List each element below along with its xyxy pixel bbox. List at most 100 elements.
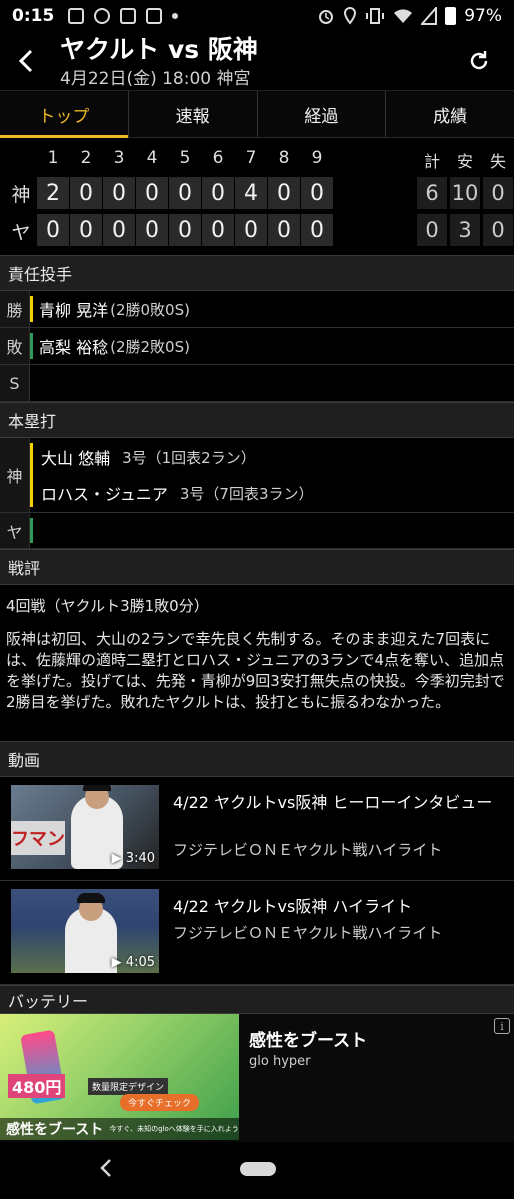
ad-check-button[interactable]: 今すぐチェック (120, 1094, 200, 1111)
score-cell: 4 (235, 177, 267, 209)
total-errors: 0 (483, 214, 513, 246)
ad-info-icon[interactable]: i (494, 1018, 510, 1034)
section-header-battery: バッテリー (0, 985, 514, 1014)
chevron-left-icon (18, 49, 33, 73)
game-summary: 阪神は初回、大山の2ランで幸先良く先制する。そのまま迎えた7回表には、佐藤輝の適… (6, 630, 505, 711)
loss-label: 敗 (0, 328, 30, 364)
total-errors: 0 (483, 177, 513, 209)
nav-home-pill[interactable] (240, 1162, 276, 1176)
video-item[interactable]: ▶ 4:05 4/22 ヤクルトvs阪神 ハイライト フジテレビＯＮＥヤクルト戦… (0, 881, 514, 985)
inning-header: 8 (278, 148, 290, 168)
video-thumbnail[interactable]: ▶ 4:05 (11, 889, 159, 973)
loss-pitcher-row[interactable]: 敗 高梨 裕稔 (2勝2敗0S) (0, 328, 514, 365)
tab-bar: トップ 速報 経過 成績 (0, 90, 514, 138)
section-header-home-runs: 本塁打 (0, 402, 514, 438)
video-source: フジテレビＯＮＥヤクルト戦ハイライト (173, 924, 443, 942)
loss-pitcher-name: 高梨 裕稔 (39, 338, 109, 357)
team-label-hanshin: 神 (0, 438, 30, 512)
inning-header: 5 (179, 148, 191, 168)
score-cell: 0 (136, 177, 168, 209)
win-pitcher-record: (2勝0敗0S) (110, 300, 190, 319)
series-record: 4回戦（ヤクルト3勝1敗0分） (6, 597, 209, 615)
tab-stats[interactable]: 成績 (386, 91, 514, 137)
video-thumbnail[interactable]: フマン ▶ 3:40 (11, 785, 159, 869)
score-cell: 0 (301, 177, 333, 209)
ad-image[interactable]: 480円 数量限定デザイン 今すぐチェック 感性をブースト 今すぐ、未知のglo… (0, 1014, 239, 1140)
video-title: 4/22 ヤクルトvs阪神 ハイライト (173, 897, 413, 916)
tab-progress[interactable]: 経過 (258, 91, 387, 137)
total-hits: 10 (450, 177, 480, 209)
video-duration: ▶ 3:40 (111, 851, 155, 866)
score-cell: 0 (301, 214, 333, 246)
signal-icon (421, 7, 438, 25)
home-run-row-hanshin: 神 大山 悠輔 3号（1回表2ラン） ロハス・ジュニア 3号（7回表3ラン） (0, 438, 514, 513)
alarm-icon (319, 10, 334, 24)
ad-title: 感性をブースト (249, 1031, 368, 1051)
home-run-detail: 3号（7回表3ラン） (179, 484, 314, 503)
status-bar: 0:15 97% (0, 0, 514, 32)
page-title: ヤクルト vs 阪神 (60, 35, 258, 64)
nav-back-icon[interactable] (96, 1156, 116, 1180)
score-cell: 0 (202, 214, 234, 246)
score-cell: 0 (37, 214, 69, 246)
back-button[interactable] (10, 44, 42, 78)
game-datetime-venue: 4月22日(金) 18:00 神宮 (60, 69, 251, 89)
ad-image-caption: 感性をブースト 今すぐ、未知のgloへ体験を手に入れよう (0, 1118, 239, 1140)
score-cell: 0 (268, 214, 300, 246)
video-source: フジテレビＯＮＥヤクルト戦ハイライト (173, 841, 443, 859)
status-time: 0:15 (12, 6, 55, 26)
team-color-bar (30, 518, 33, 543)
total-runs: 0 (417, 214, 447, 246)
ad-brand: glo hyper (249, 1054, 311, 1069)
notification-app-icon (94, 8, 111, 24)
tab-top[interactable]: トップ (0, 91, 129, 138)
ad-image-small-copy: 今すぐ、未知のgloへ体験を手に入れよう (109, 1125, 239, 1133)
score-cell: 0 (103, 177, 135, 209)
inning-header: 2 (80, 148, 92, 168)
player-image (65, 893, 117, 973)
system-nav-bar (0, 1142, 514, 1199)
save-pitcher-row: S (0, 365, 514, 402)
home-run-entry[interactable]: ロハス・ジュニア 3号（7回表3ラン） (41, 475, 314, 511)
total-runs: 6 (417, 177, 447, 209)
home-run-row-yakult: ヤ (0, 513, 514, 549)
notification-phone-icon (120, 8, 137, 24)
team-label-yakult: ヤ (0, 513, 30, 548)
win-label: 勝 (0, 291, 30, 327)
total-hits: 3 (450, 214, 480, 246)
home-run-entry[interactable]: 大山 悠輔 3号（1回表2ラン） (41, 439, 314, 475)
inning-header: 4 (146, 148, 158, 168)
video-duration: ▶ 4:05 (111, 955, 155, 970)
total-hits-header: 安 (456, 152, 473, 171)
app-header: ヤクルト vs 阪神 4月22日(金) 18:00 神宮 (0, 32, 514, 90)
ad-banner[interactable]: 480円 数量限定デザイン 今すぐチェック 感性をブースト 今すぐ、未知のglo… (0, 1014, 514, 1142)
score-cell: 2 (37, 177, 69, 209)
video-title: 4/22 ヤクルトvs阪神 ヒーローインタビュー (173, 793, 493, 812)
home-run-batter: ロハス・ジュニア (41, 485, 168, 504)
video-item[interactable]: フマン ▶ 3:40 4/22 ヤクルトvs阪神 ヒーローインタビュー フジテレ… (0, 777, 514, 881)
score-cell: 0 (202, 177, 234, 209)
section-header-videos: 動画 (0, 741, 514, 777)
tab-live[interactable]: 速報 (129, 91, 258, 137)
ad-price: 480円 (8, 1074, 66, 1098)
home-run-detail: 3号（1回表2ラン） (122, 448, 256, 467)
scoreboard: 1 2 3 4 5 6 7 8 9 計 安 失 神 2 0 0 0 0 0 4 … (0, 140, 514, 252)
inning-header: 1 (47, 148, 59, 168)
refresh-button[interactable] (464, 44, 494, 78)
score-cell: 0 (169, 214, 201, 246)
battery-percent: 97% (464, 6, 502, 26)
ad-image-copy: 感性をブースト (6, 1122, 104, 1138)
refresh-icon (470, 51, 488, 70)
inning-header: 6 (212, 148, 224, 168)
win-pitcher-name: 青柳 晃洋 (39, 301, 109, 320)
total-errors-header: 失 (489, 152, 506, 171)
notification-calendar-icon (68, 8, 85, 24)
score-cell: 0 (70, 177, 102, 209)
section-header-pitchers: 責任投手 (0, 255, 514, 291)
win-pitcher-row[interactable]: 勝 青柳 晃洋 (2勝0敗0S) (0, 291, 514, 328)
total-runs-header: 計 (423, 152, 440, 171)
ad-badge: 数量限定デザイン (88, 1078, 169, 1095)
more-notifications-icon (172, 13, 179, 19)
inning-header: 7 (245, 148, 257, 168)
team-label-yakult: ヤ (11, 222, 31, 244)
